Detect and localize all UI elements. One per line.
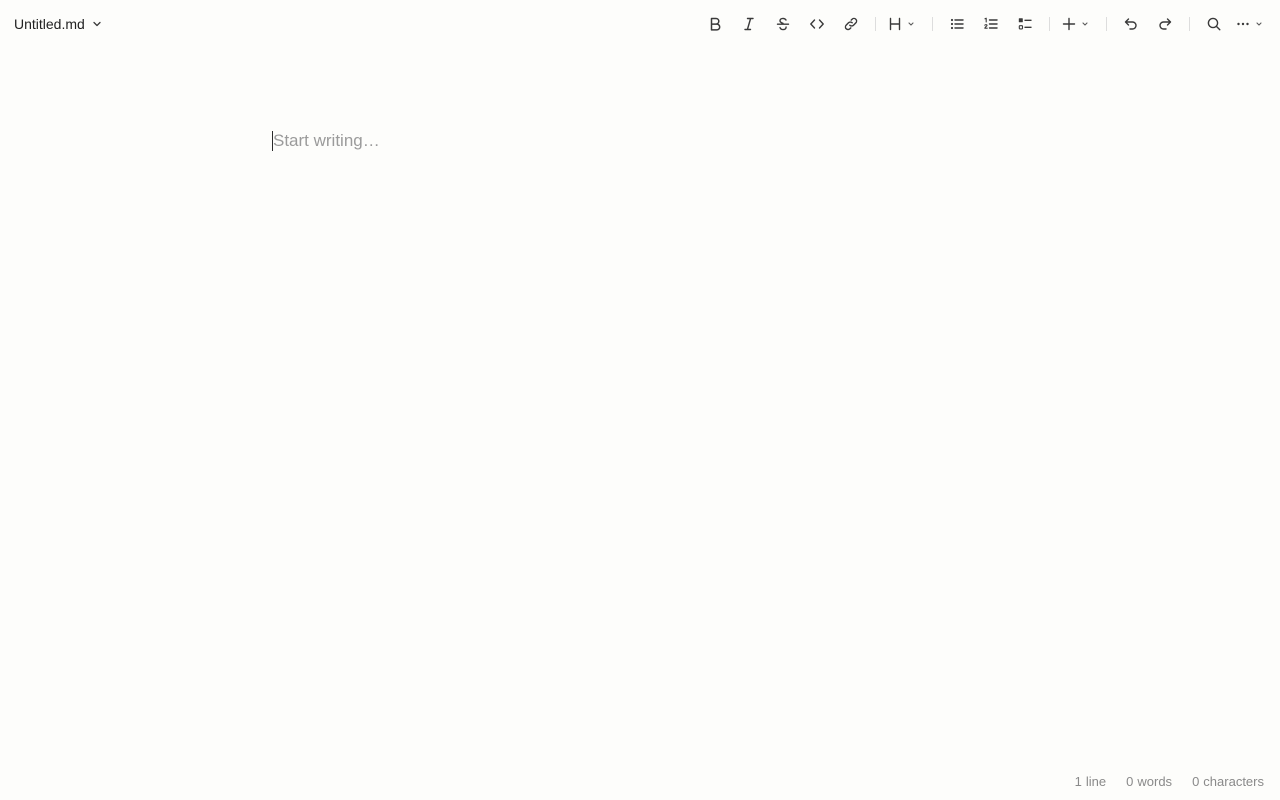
status-bar: 1 line 0 words 0 characters [1075, 772, 1264, 790]
line-count: 1 line [1075, 774, 1106, 789]
numbered-list-icon [983, 16, 999, 32]
word-count: 0 words [1126, 774, 1172, 789]
italic-icon [741, 16, 757, 32]
word-count-value: 0 [1126, 773, 1134, 789]
insert-dropdown-button[interactable] [1057, 12, 1097, 36]
line-count-label: line [1085, 773, 1107, 789]
toolbar-separator [932, 17, 933, 31]
numbered-list-button[interactable] [979, 12, 1003, 36]
word-count-label: words [1137, 773, 1173, 789]
editor-area[interactable]: Start writing… [272, 128, 1008, 728]
code-icon [809, 16, 825, 32]
character-count-value: 0 [1192, 773, 1200, 789]
plus-icon [1061, 16, 1077, 32]
top-bar: Untitled.md [0, 0, 1280, 48]
undo-icon [1123, 16, 1139, 32]
editor-placeholder: Start writing… [273, 131, 380, 150]
formatting-toolbar [0, 12, 1280, 36]
toolbar-separator [1189, 17, 1190, 31]
inline-code-button[interactable] [805, 12, 829, 36]
search-icon [1206, 16, 1222, 32]
chevron-down-icon [1081, 20, 1089, 28]
bullet-list-button[interactable] [945, 12, 969, 36]
redo-button[interactable] [1153, 12, 1177, 36]
character-count: 0 characters [1192, 774, 1264, 789]
bullet-list-icon [949, 16, 965, 32]
search-button[interactable] [1202, 12, 1226, 36]
toolbar-separator [875, 17, 876, 31]
bold-icon [707, 16, 723, 32]
more-options-button[interactable] [1233, 12, 1273, 36]
link-button[interactable] [839, 12, 863, 36]
italic-button[interactable] [737, 12, 761, 36]
strikethrough-button[interactable] [771, 12, 795, 36]
markdown-editor-app: Untitled.md Start writing… 1 line 0 word… [0, 0, 1280, 800]
link-icon [843, 16, 859, 32]
character-count-label: characters [1203, 773, 1264, 789]
strikethrough-icon [775, 16, 791, 32]
chevron-down-icon [907, 20, 915, 28]
redo-icon [1157, 16, 1173, 32]
heading-icon [887, 16, 903, 32]
line-count-value: 1 [1074, 773, 1082, 789]
more-icon [1235, 16, 1251, 32]
toolbar-separator [1106, 17, 1107, 31]
task-list-icon [1017, 16, 1033, 32]
heading-dropdown-button[interactable] [884, 12, 924, 36]
bold-button[interactable] [703, 12, 727, 36]
toolbar-separator [1049, 17, 1050, 31]
chevron-down-icon [1255, 20, 1263, 28]
task-list-button[interactable] [1013, 12, 1037, 36]
undo-button[interactable] [1119, 12, 1143, 36]
